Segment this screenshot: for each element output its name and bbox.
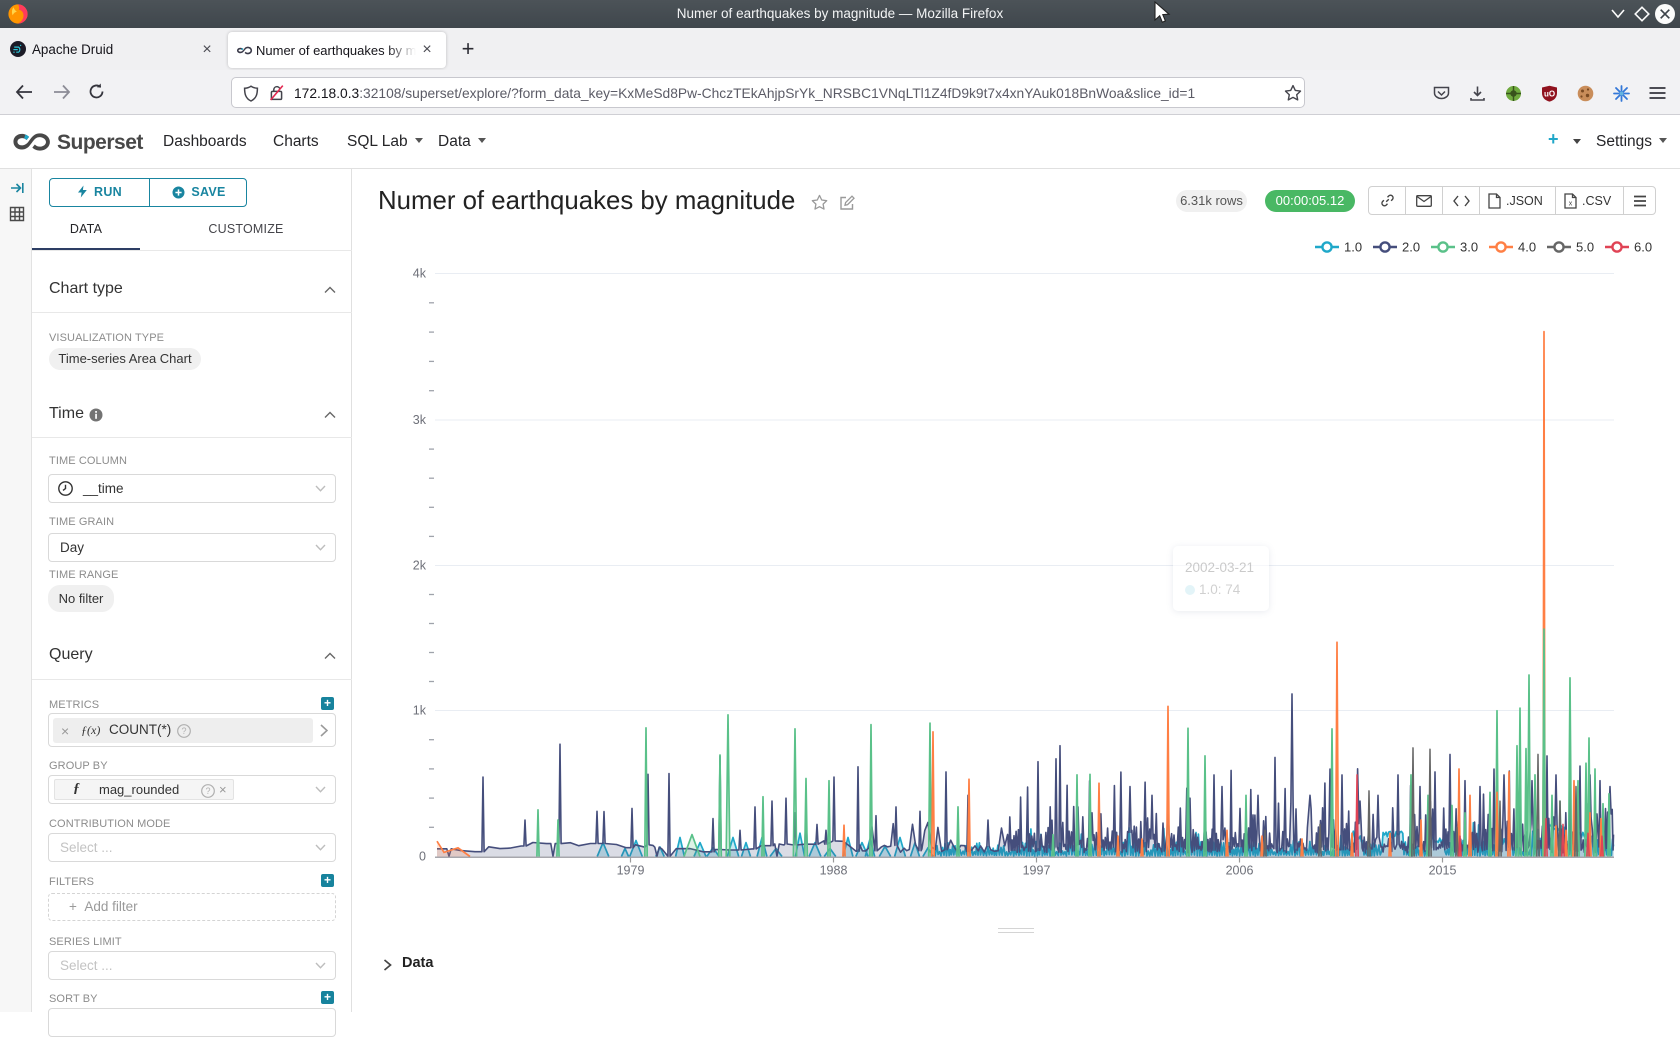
svg-text:2015: 2015 <box>1429 864 1457 878</box>
svg-text:0: 0 <box>419 850 426 864</box>
svg-text:2k: 2k <box>413 559 427 573</box>
svg-text:x: x <box>1569 201 1573 208</box>
svg-text:1997: 1997 <box>1023 864 1051 878</box>
svg-text:3k: 3k <box>413 413 427 427</box>
svg-text:?: ? <box>205 786 210 796</box>
svg-text:?: ? <box>181 726 186 736</box>
svg-text:4k: 4k <box>413 267 427 281</box>
svg-text:1k: 1k <box>413 704 427 718</box>
svg-text:2006: 2006 <box>1226 864 1254 878</box>
svg-text:uO: uO <box>1544 90 1555 99</box>
svg-text:1988: 1988 <box>820 864 848 878</box>
svg-text:1979: 1979 <box>617 864 645 878</box>
